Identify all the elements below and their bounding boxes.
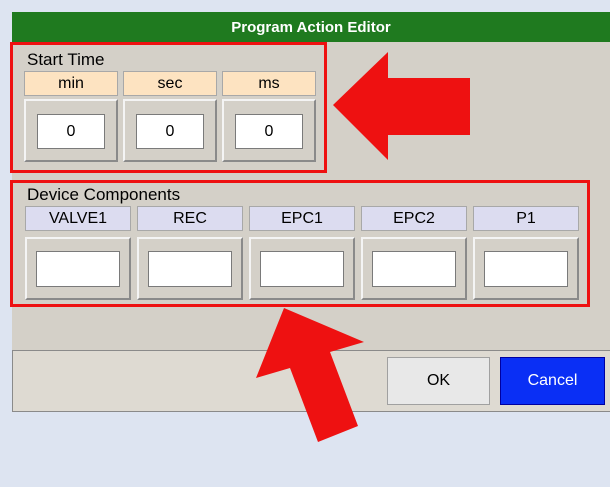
start-time-ms-input[interactable]: 0 — [235, 114, 303, 149]
device-header-epc2: EPC2 — [361, 206, 467, 231]
cancel-button[interactable]: Cancel — [500, 357, 605, 405]
device-epc2-input[interactable] — [372, 251, 456, 287]
start-time-header-ms: ms — [222, 71, 316, 96]
start-time-cell-ms: 0 — [222, 99, 316, 162]
start-time-cell-min: 0 — [24, 99, 118, 162]
device-rec-input[interactable] — [148, 251, 232, 287]
ok-button[interactable]: OK — [387, 357, 490, 405]
start-time-header-min: min — [24, 71, 118, 96]
device-cell-epc2 — [361, 237, 467, 300]
start-time-sec-input[interactable]: 0 — [136, 114, 204, 149]
device-components-label: Device Components — [27, 185, 181, 204]
device-p1-input[interactable] — [484, 251, 568, 287]
device-header-rec: REC — [137, 206, 243, 231]
device-cell-p1 — [473, 237, 579, 300]
dialog-title: Program Action Editor — [231, 18, 391, 36]
start-time-header-sec: sec — [123, 71, 217, 96]
device-valve1-input[interactable] — [36, 251, 120, 287]
device-header-valve1: VALVE1 — [25, 206, 131, 231]
device-cell-epc1 — [249, 237, 355, 300]
device-header-p1: P1 — [473, 206, 579, 231]
start-time-label: Start Time — [27, 50, 105, 69]
button-panel: OK Cancel — [12, 350, 610, 412]
program-action-editor-dialog: Program Action Editor Start Time min sec… — [12, 12, 610, 412]
start-time-cell-sec: 0 — [123, 99, 217, 162]
device-cell-valve1 — [25, 237, 131, 300]
device-epc1-input[interactable] — [260, 251, 344, 287]
device-header-epc1: EPC1 — [249, 206, 355, 231]
dialog-title-bar: Program Action Editor — [12, 12, 610, 42]
start-time-min-input[interactable]: 0 — [37, 114, 105, 149]
device-cell-rec — [137, 237, 243, 300]
